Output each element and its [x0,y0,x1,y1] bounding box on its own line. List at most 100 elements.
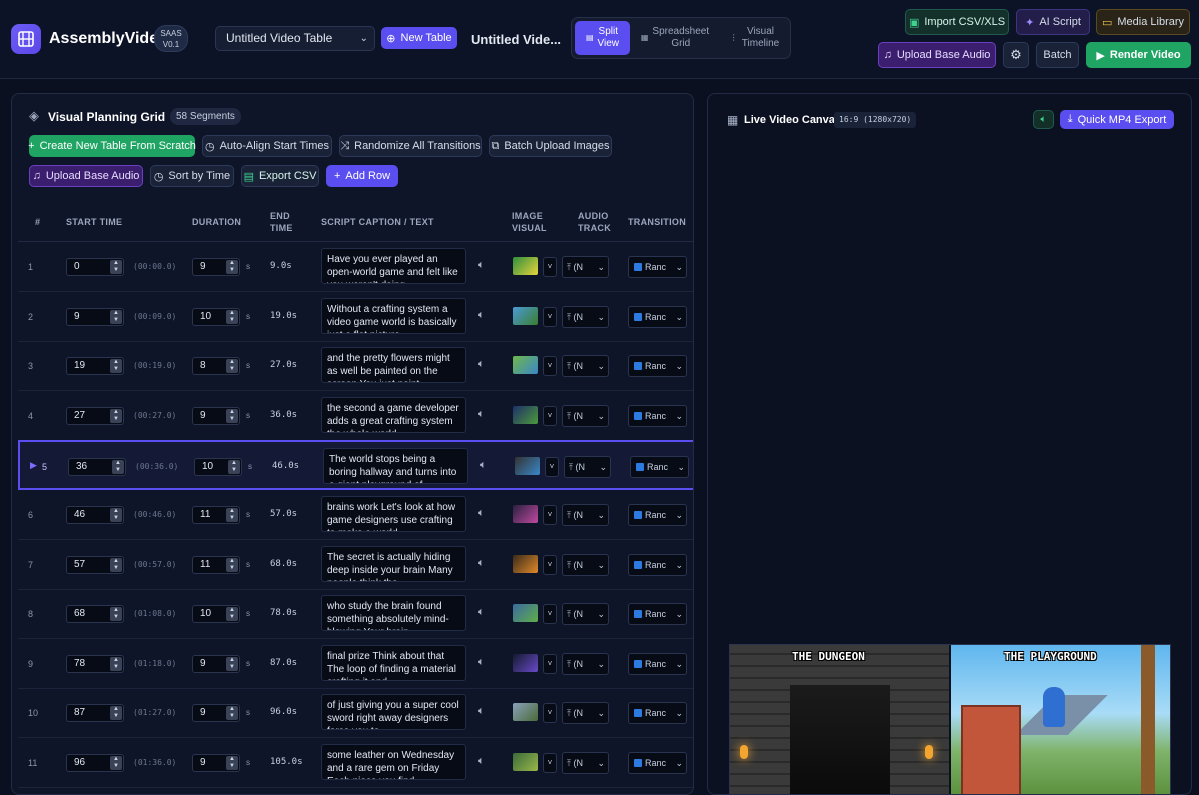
start-time-input[interactable]: 36 ▲ ▼ [68,458,126,477]
table-row[interactable]: 9 78 ▲ ▼ (01:18.0) 9 ▲ ▼ s 87.0s final prize Think… [18,639,693,689]
table-row[interactable]: 7 57 ▲ ▼ (00:57.0) 11 ▲ ▼ s 68.0s The secret is ac… [18,540,693,590]
table-row[interactable]: 3 19 ▲ ▼ (00:19.0) 8 ▲ ▼ s 27.0s and the pretty fl… [18,341,693,392]
speaker-icon[interactable]: 🔈︎ [478,557,485,570]
speaker-icon[interactable]: 🔈︎ [478,606,485,619]
image-thumbnail[interactable] [513,405,538,424]
caption-textarea[interactable]: The world stops being a boring hallway a… [323,448,468,485]
caption-textarea[interactable]: The secret is actually hiding deep insid… [321,545,466,582]
stepper-icon[interactable]: ▲ ▼ [110,607,122,622]
duration-input[interactable]: 9 ▲ ▼ [192,406,240,425]
stepper-icon[interactable]: ▲ ▼ [110,359,122,374]
stepper-icon[interactable]: ▲ ▼ [226,756,238,770]
caption-textarea[interactable]: of just giving you a super cool sword ri… [321,694,466,731]
transition-select[interactable]: Ranc ⌄ [628,752,687,774]
stepper-icon[interactable]: ▲ ▼ [110,309,122,324]
image-select[interactable]: ˅ [543,604,557,625]
image-select[interactable]: ˅ [543,703,557,724]
stepper-icon[interactable]: ▲ ▼ [110,557,122,572]
start-time-input[interactable]: 46 ▲ ▼ [66,506,124,524]
audio-track-select[interactable]: ⤒ (N ⌄ [562,553,609,576]
stepper-icon[interactable]: ▲ ▼ [110,756,122,770]
settings-button[interactable]: ⚙ [1003,42,1029,68]
stepper-icon[interactable]: ▲ ▼ [228,460,240,475]
image-select[interactable]: ˅ [543,257,557,277]
image-thumbnail[interactable] [513,306,538,325]
audio-track-select[interactable]: ⤒ (N ⌄ [562,752,609,774]
table-row[interactable]: 2 9 ▲ ▼ (00:09.0) 10 ▲ ▼ s 19.0s Without a craftin… [18,292,693,342]
duration-input[interactable]: 9 ▲ ▼ [192,258,240,276]
tab-spreadsheet-grid[interactable]: ▦ Spreadsheet Grid [636,21,714,55]
table-row[interactable]: 11 96 ▲ ▼ (01:36.0) 9 ▲ ▼ s 105.0s some leather on… [18,738,693,788]
randomize-transitions-button[interactable]: ⤨ Randomize All Transitions [339,135,482,157]
tab-split-view[interactable]: ▤ Split View [575,21,630,55]
start-time-input[interactable]: 9 ▲ ▼ [66,307,124,326]
image-select[interactable]: ˅ [543,653,557,674]
image-thumbnail[interactable] [513,505,538,523]
stepper-icon[interactable]: ▲ ▼ [226,408,238,423]
stepper-icon[interactable]: ▲ ▼ [226,508,238,522]
start-time-input[interactable]: 57 ▲ ▼ [66,555,124,574]
caption-textarea[interactable]: Without a crafting system a video game w… [321,297,466,334]
image-thumbnail[interactable] [513,753,538,771]
grid-upload-audio-button[interactable]: ♫ Upload Base Audio [29,165,143,187]
table-row[interactable]: 10 87 ▲ ▼ (01:27.0) 9 ▲ ▼ s 96.0s of just giving y… [18,688,693,739]
table-row[interactable]: 4 27 ▲ ▼ (00:27.0) 9 ▲ ▼ s 36.0s the second a game… [18,391,693,441]
table-row[interactable]: 8 68 ▲ ▼ (01:08.0) 10 ▲ ▼ s 78.0s who study the br… [18,589,693,640]
audio-track-select[interactable]: ⤒ (N ⌄ [562,404,609,427]
image-select[interactable]: ˅ [543,356,557,377]
render-video-button[interactable]: ▶ Render Video [1086,42,1191,68]
speaker-icon[interactable]: 🔈︎ [478,656,485,669]
stepper-icon[interactable]: ▲ ▼ [110,508,122,522]
duration-input[interactable]: 8 ▲ ▼ [192,357,240,376]
caption-textarea[interactable]: final prize Think about that The loop of… [321,644,466,681]
caption-textarea[interactable]: who study the brain found something abso… [321,595,466,632]
audio-track-select[interactable]: ⤒ (N ⌄ [562,504,609,526]
audio-track-select[interactable]: ⤒ (N ⌄ [562,603,609,626]
transition-select[interactable]: Ranc ⌄ [630,456,689,479]
transition-select[interactable]: Ranc ⌄ [628,652,687,675]
caption-textarea[interactable]: the second a game developer adds a great… [321,396,466,433]
stepper-icon[interactable]: ▲ ▼ [112,460,124,475]
image-select[interactable]: ˅ [543,306,557,327]
speaker-icon[interactable]: 🔈︎ [478,309,485,322]
speaker-icon[interactable]: 🔈︎ [478,755,485,768]
image-thumbnail[interactable] [513,604,538,623]
stepper-icon[interactable]: ▲ ▼ [226,656,238,671]
speaker-icon[interactable]: 🔈︎ [478,259,485,272]
speaker-icon[interactable]: 🔈︎ [478,507,485,520]
batch-upload-images-button[interactable]: ⧉ Batch Upload Images [489,135,612,157]
image-thumbnail[interactable] [513,554,538,573]
duration-input[interactable]: 10 ▲ ▼ [194,458,242,477]
speaker-icon[interactable]: 🔈︎ [480,459,487,472]
start-time-input[interactable]: 78 ▲ ▼ [66,654,124,673]
image-select[interactable]: ˅ [545,457,559,478]
stepper-icon[interactable]: ▲ ▼ [110,656,122,671]
speaker-icon[interactable]: 🔈︎ [478,705,485,718]
start-time-input[interactable]: 19 ▲ ▼ [66,357,124,376]
table-row[interactable]: 6 46 ▲ ▼ (00:46.0) 11 ▲ ▼ s 57.0s brains work Let'… [18,490,693,540]
image-select[interactable]: ˅ [543,753,557,773]
caption-textarea[interactable]: and the pretty flowers might as well be … [321,347,466,384]
audio-track-select[interactable]: ⤒ (N ⌄ [562,702,609,725]
image-thumbnail[interactable] [515,457,540,476]
batch-button[interactable]: Batch [1036,42,1079,68]
duration-input[interactable]: 11 ▲ ▼ [192,506,240,524]
create-table-button[interactable]: + Create New Table From Scratch [28,135,196,157]
transition-select[interactable]: Ranc ⌄ [628,256,687,278]
caption-textarea[interactable]: some leather on Wednesday and a rare gem… [321,744,466,780]
start-time-input[interactable]: 0 ▲ ▼ [66,258,124,276]
image-thumbnail[interactable] [513,257,538,275]
transition-select[interactable]: Ranc ⌄ [628,504,687,526]
audio-track-select[interactable]: ⤒ (N ⌄ [564,456,611,479]
audio-track-select[interactable]: ⤒ (N ⌄ [562,652,609,675]
transition-select[interactable]: Ranc ⌄ [628,355,687,378]
stepper-icon[interactable]: ▲ ▼ [226,260,238,274]
duration-input[interactable]: 9 ▲ ▼ [192,704,240,723]
start-time-input[interactable]: 96 ▲ ▼ [66,754,124,772]
image-select[interactable]: ˅ [543,405,557,426]
audio-track-select[interactable]: ⤒ (N ⌄ [562,305,609,328]
start-time-input[interactable]: 68 ▲ ▼ [66,605,124,624]
auto-align-button[interactable]: ◷ Auto-Align Start Times [202,135,332,157]
transition-select[interactable]: Ranc ⌄ [628,305,687,328]
canvas-volume-button[interactable]: 🔈︎ [1033,110,1054,129]
